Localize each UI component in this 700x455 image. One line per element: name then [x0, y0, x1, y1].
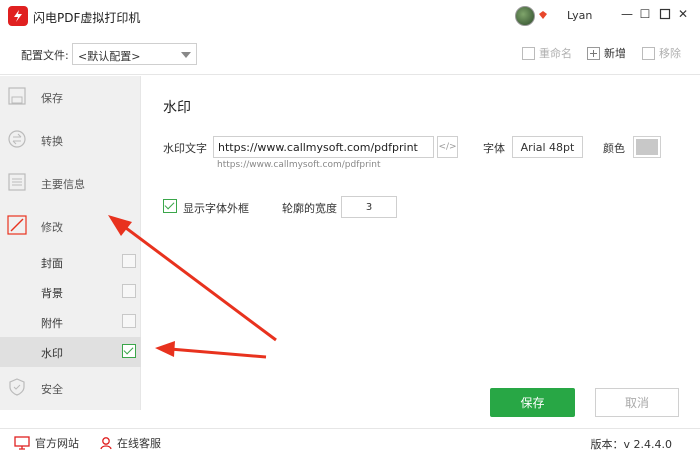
background-checkbox[interactable] [122, 284, 136, 298]
attachment-checkbox[interactable] [122, 314, 136, 328]
nav-label-security: 安全 [41, 383, 63, 396]
remove-config-button[interactable]: 移除 [642, 45, 681, 61]
nav-label-convert: 转换 [41, 135, 63, 148]
nav-item-security[interactable]: 安全 [0, 367, 141, 409]
color-label: 颜色 [603, 142, 625, 155]
shield-icon [9, 378, 25, 396]
sub-label-background: 背景 [41, 287, 63, 300]
sub-item-cover[interactable]: 封面 [0, 247, 141, 277]
watermark-text-input[interactable] [213, 136, 434, 158]
watermark-preview-hint: https://www.callmysoft.com/pdfprint [217, 160, 381, 170]
show-outline-checkbox[interactable] [163, 199, 177, 213]
nav-label-main-info: 主要信息 [41, 178, 85, 191]
save-icon [8, 87, 26, 105]
sub-item-attachment[interactable]: 附件 [0, 307, 141, 337]
minimize-button[interactable]: — [620, 6, 634, 22]
nav-label-save: 保存 [41, 92, 63, 105]
vip-badge-icon [539, 11, 547, 19]
save-button[interactable]: 保存 [490, 388, 575, 417]
user-avatar[interactable] [515, 6, 535, 26]
footer: 官方网站 在线客服 版本：v 2.4.4.0 [0, 428, 700, 455]
sidebar: 保存 转换 主要信息 修改 封面 背景 附件 水印 安全 [0, 76, 141, 410]
nav-item-save[interactable]: 保存 [0, 76, 141, 118]
nav-label-modify: 修改 [41, 221, 63, 234]
sub-item-watermark[interactable]: 水印 [0, 337, 141, 367]
official-website-label: 官方网站 [35, 437, 79, 450]
sub-item-background[interactable]: 背景 [0, 277, 141, 307]
nav-item-convert[interactable]: 转换 [0, 119, 141, 161]
edit-icon [7, 215, 27, 235]
rename-label: 重命名 [539, 47, 572, 60]
minimize-to-tray-button[interactable] [656, 5, 674, 23]
outline-width-input[interactable]: 3 [341, 196, 397, 218]
add-config-label: 新增 [604, 47, 626, 60]
version-label: 版本：v 2.4.4.0 [590, 438, 673, 451]
font-label: 字体 [483, 142, 505, 155]
font-picker-button[interactable]: Arial 48pt [512, 136, 583, 158]
monitor-icon [14, 436, 30, 450]
sub-label-attachment: 附件 [41, 317, 63, 330]
app-logo-icon [8, 6, 28, 26]
config-bar: 配置文件: <默认配置> 重命名 新增 移除 [0, 33, 700, 75]
convert-icon [8, 130, 26, 148]
info-icon [8, 173, 26, 191]
cancel-button[interactable]: 取消 [595, 388, 679, 417]
checkmark-icon [123, 344, 134, 355]
config-file-selected: <默认配置> [78, 50, 141, 63]
rename-button[interactable]: 重命名 [522, 45, 572, 61]
rename-icon [522, 46, 535, 60]
user-icon [100, 437, 112, 450]
sub-label-cover: 封面 [41, 257, 63, 270]
color-picker-button[interactable] [633, 136, 661, 158]
add-config-button[interactable]: 新增 [587, 45, 626, 61]
config-file-label: 配置文件: [21, 49, 69, 62]
annotation-arrow-watermark [155, 341, 267, 359]
nav-item-main-info[interactable]: 主要信息 [0, 162, 141, 204]
maximize-button[interactable]: ☐ [638, 6, 652, 22]
page-title: 水印 [163, 100, 191, 116]
code-icon[interactable]: </> [437, 136, 458, 158]
chevron-down-icon [181, 52, 191, 58]
checkmark-icon [164, 199, 175, 210]
app-title: 闪电PDF虚拟打印机 [33, 11, 141, 25]
online-support-link[interactable]: 在线客服 [99, 435, 161, 451]
username[interactable]: Lyan [567, 9, 592, 22]
app-window: 闪电PDF虚拟打印机 Lyan — ☐ ✕ 配置文件: <默认配置> 重命名 新… [0, 0, 700, 455]
close-button[interactable]: ✕ [676, 6, 690, 22]
official-website-link[interactable]: 官方网站 [14, 435, 79, 451]
title-bar: 闪电PDF虚拟打印机 Lyan — ☐ ✕ [0, 0, 700, 33]
cover-checkbox[interactable] [122, 254, 136, 268]
nav-item-modify[interactable]: 修改 [0, 205, 141, 247]
color-swatch [636, 139, 658, 155]
online-support-label: 在线客服 [117, 437, 161, 450]
show-outline-label: 显示字体外框 [183, 202, 249, 215]
watermark-text-label: 水印文字 [163, 142, 207, 155]
sub-label-watermark: 水印 [41, 347, 63, 360]
remove-config-label: 移除 [659, 47, 681, 60]
config-file-select[interactable]: <默认配置> [72, 43, 197, 65]
trash-icon [642, 46, 655, 60]
watermark-checkbox[interactable] [122, 344, 136, 358]
outline-width-label: 轮廓的宽度 [282, 202, 337, 215]
plus-icon [587, 46, 600, 60]
